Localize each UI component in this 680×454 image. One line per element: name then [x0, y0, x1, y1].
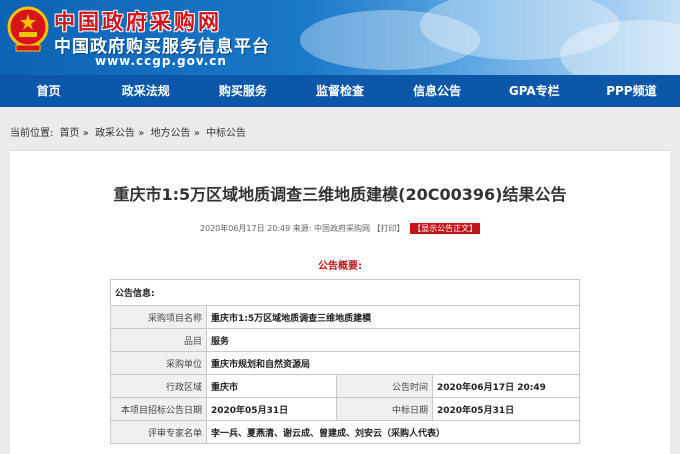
notice-source[interactable]: 中国政府采购网: [314, 224, 370, 233]
breadcrumb-separator: »: [82, 128, 89, 139]
nav-gpa[interactable]: GPA专栏: [486, 75, 583, 107]
notice-title: 重庆市1:5万区域地质调查三维地质建模(20C00396)结果公告: [113, 185, 567, 204]
breadcrumb-prefix: 当前位置:: [10, 128, 54, 139]
region-value: 重庆市: [206, 374, 337, 398]
award-date-label: 中标日期: [336, 397, 433, 421]
nav-purchase-services[interactable]: 购买服务: [194, 75, 291, 107]
site-url: www.ccgp.gov.cn: [95, 54, 227, 68]
breadcrumb-separator: »: [138, 128, 145, 139]
notice-info-table: 公告信息: 采购项目名称 重庆市1:5万区域地质调查三维地质建模 品目 服务 采…: [110, 279, 580, 444]
table-row: 本项目招标公告日期 2020年05月31日 中标日期 2020年05月31日: [110, 397, 580, 421]
nav-announcements[interactable]: 信息公告: [389, 75, 486, 107]
table-row: 采购单位 重庆市规划和自然资源局: [110, 351, 580, 375]
national-emblem-icon: [7, 6, 49, 52]
purchaser-value: 重庆市规划和自然资源局: [206, 351, 580, 375]
experts-value: 李一兵、夏燕清、谢云成、曾建成、刘安云（采购人代表）: [206, 420, 580, 444]
table-row: 采购项目名称 重庆市1:5万区域地质调查三维地质建模: [110, 305, 580, 329]
table-row: 品目 服务: [110, 328, 580, 352]
breadcrumb: 当前位置: 首页 » 政采公告 » 地方公告 » 中标公告: [10, 124, 246, 139]
nav-supervision[interactable]: 监督检查: [291, 75, 388, 107]
nav-home[interactable]: 首页: [0, 75, 97, 107]
breadcrumb-award-notices[interactable]: 中标公告: [206, 128, 246, 139]
award-date-value: 2020年05月31日: [432, 397, 580, 421]
breadcrumb-local-notices[interactable]: 地方公告: [151, 128, 191, 139]
table-row: 公告信息:: [110, 279, 580, 306]
notice-content: 重庆市1:5万区域地质调查三维地质建模(20C00396)结果公告 2020年0…: [10, 150, 670, 454]
category-label: 品目: [110, 328, 207, 352]
summary-label: 公告概要:: [318, 261, 362, 272]
table-row: 评审专家名单 李一兵、夏燕清、谢云成、曾建成、刘安云（采购人代表）: [110, 420, 580, 444]
print-link[interactable]: 【打印】: [373, 224, 405, 233]
region-label: 行政区域: [110, 374, 207, 398]
project-name-value: 重庆市1:5万区域地质调查三维地质建模: [206, 305, 580, 329]
project-name-label: 采购项目名称: [110, 305, 207, 329]
breadcrumb-separator: »: [193, 128, 200, 139]
category-value: 服务: [206, 328, 580, 352]
tender-date-value: 2020年05月31日: [206, 397, 337, 421]
purchaser-label: 采购单位: [110, 351, 207, 375]
table-header: 公告信息:: [110, 279, 580, 306]
show-full-text-button[interactable]: 【显示公告正文】: [410, 223, 481, 234]
nav-ppp[interactable]: PPP频道: [583, 75, 680, 107]
experts-label: 评审专家名单: [110, 420, 207, 444]
breadcrumb-gov-notices[interactable]: 政采公告: [95, 128, 135, 139]
main-nav: 首页 政采法规 购买服务 监督检查 信息公告 GPA专栏 PPP频道: [0, 75, 680, 107]
header-banner: 中国政府采购网 中国政府购买服务信息平台 www.ccgp.gov.cn: [0, 0, 680, 75]
notice-meta: 2020年06月17日 20:49 来源: 中国政府采购网 【打印】 【显示公告…: [10, 223, 670, 234]
publish-time-value: 2020年06月17日 20:49: [432, 374, 580, 398]
publish-time-label: 公告时间: [336, 374, 433, 398]
nav-regulations[interactable]: 政采法规: [97, 75, 194, 107]
table-row: 行政区域 重庆市 公告时间 2020年06月17日 20:49: [110, 374, 580, 398]
notice-date-source: 2020年06月17日 20:49 来源:: [199, 224, 312, 233]
breadcrumb-home[interactable]: 首页: [60, 128, 80, 139]
tender-date-label: 本项目招标公告日期: [110, 397, 207, 421]
